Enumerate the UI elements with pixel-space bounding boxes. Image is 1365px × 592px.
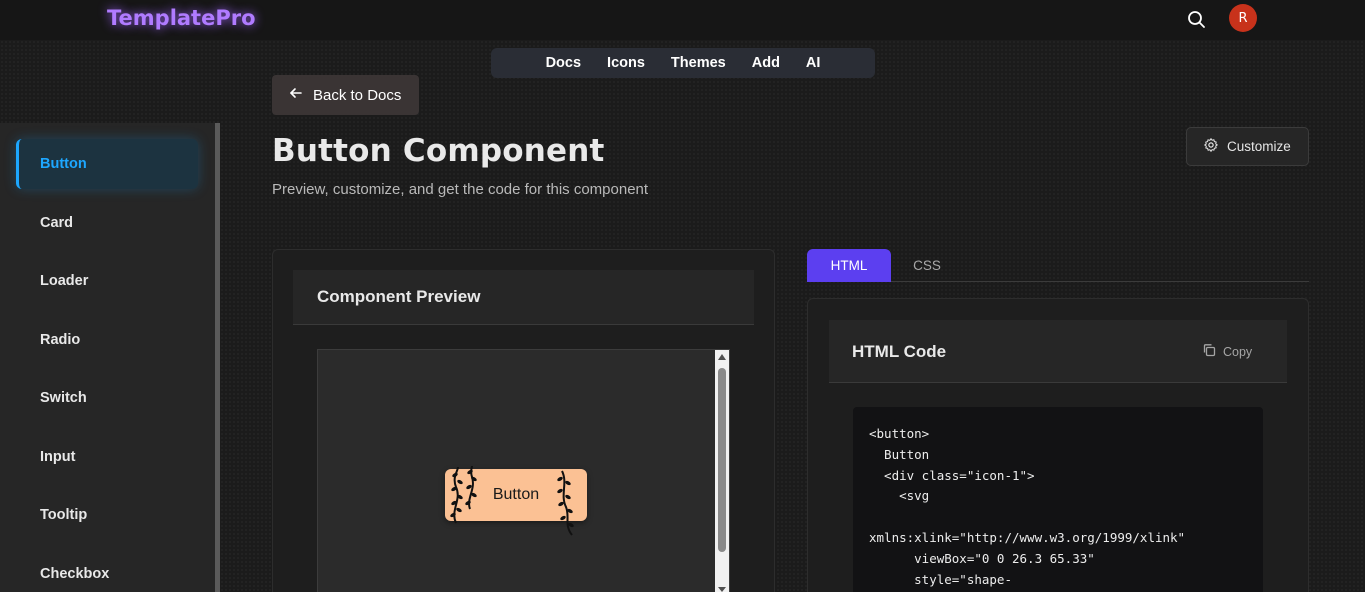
- sidebar: Button Card Loader Radio Switch Input To…: [0, 123, 220, 592]
- code-title: HTML Code: [852, 342, 947, 361]
- top-bar: TemplatePro R: [0, 0, 1365, 40]
- page-title: Button Component: [272, 133, 605, 169]
- preview-card: Component Preview Button: [272, 249, 775, 592]
- preview-button-label: Button: [492, 486, 540, 503]
- page-subtitle: Preview, customize, and get the code for…: [272, 181, 649, 198]
- sidebar-item-card[interactable]: Card: [16, 198, 198, 248]
- code-tabs: HTML CSS: [807, 249, 1309, 282]
- code-card: HTML Code Copy <button> Button <div clas…: [807, 298, 1309, 592]
- tab-css[interactable]: CSS: [891, 249, 963, 282]
- back-to-docs-label: Back to Docs: [313, 86, 402, 104]
- nav-item-add[interactable]: Add: [739, 55, 793, 71]
- nav-item-themes[interactable]: Themes: [658, 55, 739, 71]
- nav-item-docs[interactable]: Docs: [533, 55, 594, 71]
- back-to-docs-button[interactable]: Back to Docs: [272, 75, 419, 115]
- sidebar-scrollbar[interactable]: [215, 123, 220, 592]
- scroll-thumb[interactable]: [718, 368, 726, 552]
- vine-decoration-icon: [557, 470, 574, 536]
- sidebar-item-input[interactable]: Input: [16, 432, 198, 482]
- sidebar-item-checkbox[interactable]: Checkbox: [16, 549, 198, 592]
- avatar[interactable]: R: [1229, 4, 1257, 32]
- nav-item-icons[interactable]: Icons: [594, 55, 658, 71]
- logo[interactable]: TemplatePro: [107, 6, 256, 30]
- gear-icon: [1203, 137, 1219, 156]
- sidebar-item-tooltip[interactable]: Tooltip: [16, 490, 198, 540]
- arrow-left-icon: [289, 86, 303, 104]
- sidebar-item-switch[interactable]: Switch: [16, 373, 198, 423]
- scroll-down-icon[interactable]: [718, 587, 726, 592]
- code-block[interactable]: <button> Button <div class="icon-1"> <sv…: [853, 407, 1263, 592]
- code-header: HTML Code Copy: [829, 320, 1287, 383]
- nav-item-ai[interactable]: AI: [793, 55, 834, 71]
- scroll-up-icon[interactable]: [718, 354, 726, 360]
- vine-decoration-icon: [450, 465, 477, 524]
- code-content: <button> Button <div class="icon-1"> <sv…: [869, 426, 1186, 587]
- copy-label: Copy: [1223, 344, 1253, 359]
- copy-icon: [1202, 343, 1216, 360]
- sidebar-item-loader[interactable]: Loader: [16, 256, 198, 306]
- preview-scrollbar[interactable]: [715, 350, 729, 592]
- customize-button[interactable]: Customize: [1186, 127, 1309, 166]
- search-icon[interactable]: [1184, 7, 1208, 31]
- tab-html[interactable]: HTML: [807, 249, 891, 282]
- copy-button[interactable]: Copy: [1202, 343, 1252, 360]
- sidebar-item-radio[interactable]: Radio: [16, 315, 198, 365]
- preview-frame: Button: [317, 349, 730, 592]
- sidebar-item-button[interactable]: Button: [16, 139, 198, 189]
- preview-title: Component Preview: [293, 270, 754, 325]
- customize-label: Customize: [1227, 139, 1291, 154]
- main-nav: Docs Icons Themes Add AI: [491, 48, 875, 78]
